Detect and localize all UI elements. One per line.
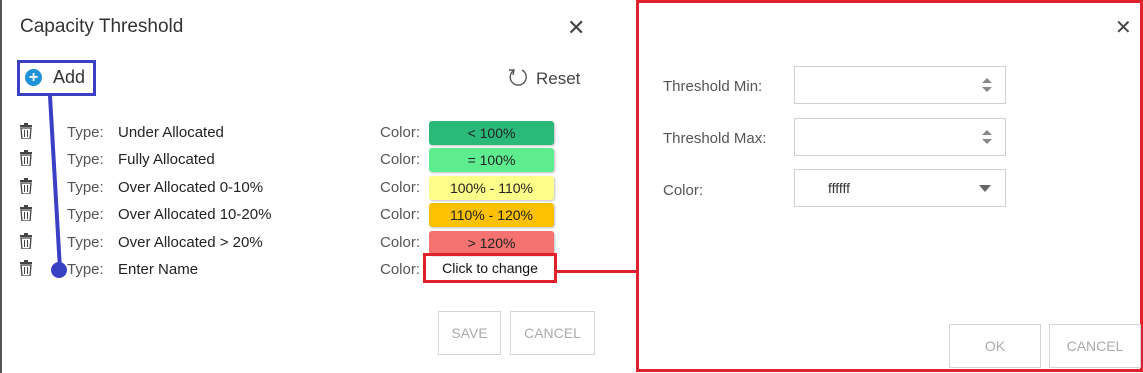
capacity-threshold-dialog: Capacity Threshold ✕ + Add Reset Type: U…: [0, 0, 602, 373]
annotation-connector-dot: [51, 262, 67, 278]
save-button[interactable]: SAVE: [438, 311, 501, 355]
threshold-max-label: Threshold Max:: [663, 130, 767, 147]
threshold-row: Type: Over Allocated > 20% Color: > 120%: [2, 231, 602, 255]
type-label: Type:: [67, 151, 104, 168]
close-icon[interactable]: ✕: [1115, 18, 1132, 38]
spinner-arrows-icon[interactable]: [981, 127, 993, 147]
color-swatch[interactable]: 110% - 120%: [429, 203, 554, 227]
type-value[interactable]: Over Allocated > 20%: [118, 234, 263, 251]
add-button[interactable]: + Add: [17, 60, 96, 96]
plus-circle-icon: +: [25, 69, 42, 86]
trash-icon[interactable]: [19, 260, 33, 276]
ok-button[interactable]: OK: [949, 324, 1041, 368]
color-swatch[interactable]: < 100%: [429, 121, 554, 145]
threshold-row: Type: Under Allocated Color: < 100%: [2, 121, 602, 145]
type-value[interactable]: Over Allocated 10-20%: [118, 206, 271, 223]
color-label: Color:: [380, 261, 421, 278]
color-label: Color:: [663, 182, 704, 199]
threshold-min-label: Threshold Min:: [663, 78, 763, 95]
threshold-row: Type: Fully Allocated Color: = 100%: [2, 148, 602, 172]
color-select-value: ffffff: [828, 180, 851, 196]
annotation-connector-line: [555, 270, 637, 273]
trash-icon[interactable]: [19, 150, 33, 166]
type-label: Type:: [67, 261, 104, 278]
cancel-button[interactable]: CANCEL: [510, 311, 595, 355]
cancel-button[interactable]: CANCEL: [1049, 324, 1141, 368]
color-label: Color:: [380, 206, 421, 223]
click-to-change-color-button[interactable]: Click to change: [423, 253, 557, 283]
new-threshold-row: Type: Enter Name Color: Click to change: [2, 253, 602, 283]
color-swatch[interactable]: = 100%: [429, 148, 554, 172]
trash-icon[interactable]: [19, 205, 33, 221]
color-label: Color:: [380, 124, 421, 141]
threshold-row: Type: Over Allocated 0-10% Color: 100% -…: [2, 176, 602, 200]
color-label: Color:: [380, 234, 421, 251]
type-value[interactable]: Over Allocated 0-10%: [118, 179, 263, 196]
color-picker-dialog: ✕ Threshold Min: Threshold Max: Color: f…: [636, 0, 1143, 372]
threshold-max-input[interactable]: [794, 118, 1006, 156]
color-swatch[interactable]: > 120%: [429, 231, 554, 255]
chevron-down-icon: [979, 185, 991, 192]
dialog-title: Capacity Threshold: [20, 16, 184, 37]
close-icon[interactable]: ✕: [567, 17, 585, 39]
color-label: Color:: [380, 151, 421, 168]
color-label: Color:: [380, 179, 421, 196]
trash-icon[interactable]: [19, 123, 33, 139]
type-label: Type:: [67, 234, 104, 251]
trash-icon[interactable]: [19, 178, 33, 194]
type-label: Type:: [67, 206, 104, 223]
type-label: Type:: [67, 124, 104, 141]
color-select[interactable]: ffffff: [794, 169, 1006, 207]
spinner-arrows-icon[interactable]: [981, 75, 993, 95]
trash-icon[interactable]: [19, 233, 33, 249]
threshold-min-input[interactable]: [794, 66, 1006, 104]
type-label: Type:: [67, 179, 104, 196]
add-label: Add: [53, 67, 86, 87]
threshold-row: Type: Over Allocated 10-20% Color: 110% …: [2, 203, 602, 227]
type-value[interactable]: Under Allocated: [118, 124, 224, 141]
type-name-input[interactable]: Enter Name: [118, 261, 198, 278]
type-value[interactable]: Fully Allocated: [118, 151, 215, 168]
reset-icon: [509, 69, 527, 86]
color-swatch[interactable]: 100% - 110%: [429, 176, 554, 200]
reset-label: Reset: [536, 69, 581, 88]
